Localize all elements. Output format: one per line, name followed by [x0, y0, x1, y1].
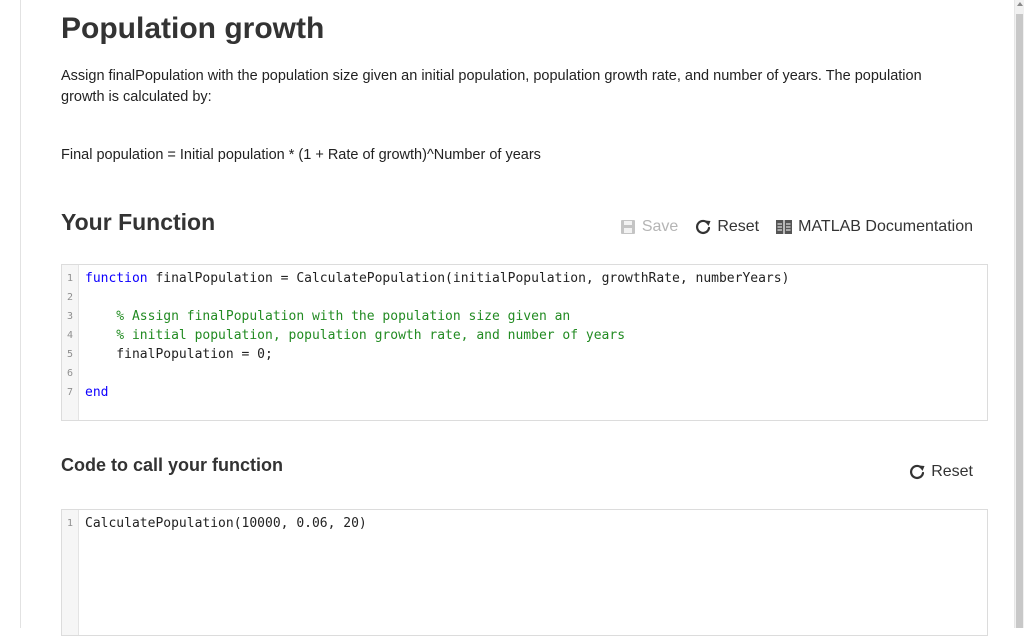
call-reset-button[interactable]: Reset	[909, 463, 973, 481]
your-function-heading: Your Function	[61, 209, 216, 235]
reset-label: Reset	[717, 218, 760, 235]
code-statement: finalPopulation = 0;	[85, 347, 273, 362]
code-line: 5 finalPopulation = 0;	[62, 345, 987, 364]
function-signature: finalPopulation = CalculatePopulation(in…	[147, 271, 790, 286]
line-number: 2	[66, 292, 74, 303]
matlab-documentation-link[interactable]: MATLAB Documentation	[776, 218, 973, 236]
refresh-icon	[696, 219, 711, 235]
refresh-icon	[910, 464, 925, 480]
call-statement: CalculatePopulation(10000, 0.06, 20)	[85, 516, 367, 531]
keyword-function: function	[85, 271, 148, 286]
problem-description: Assign finalPopulation with the populati…	[61, 68, 922, 105]
reset-button[interactable]: Reset	[695, 218, 759, 236]
vertical-scrollbar[interactable]	[1014, 0, 1024, 628]
call-section-heading: Code to call your function	[61, 455, 284, 475]
code-line: 7 end	[62, 383, 987, 402]
page-left-border	[20, 0, 21, 628]
scrollbar-thumb[interactable]	[1016, 14, 1023, 628]
code-line: 1 function finalPopulation = CalculatePo…	[62, 269, 987, 288]
code-line: 2	[62, 288, 987, 307]
function-code-editor[interactable]: 1 function finalPopulation = CalculatePo…	[61, 264, 988, 421]
line-number: 3	[66, 311, 74, 322]
save-button[interactable]: Save	[620, 218, 678, 236]
book-icon	[776, 220, 793, 234]
code-line: 4 % initial population, population growt…	[62, 326, 987, 345]
floppy-disk-icon	[620, 220, 635, 234]
problem-title: Population growth	[61, 12, 325, 45]
line-number: 4	[66, 330, 74, 341]
function-toolbar: Save Reset MATLAB Documentation	[603, 216, 973, 238]
line-number: 1	[66, 518, 74, 529]
code-line: 6	[62, 364, 987, 383]
code-comment: % initial population, population growth …	[85, 328, 626, 343]
docs-label: MATLAB Documentation	[798, 218, 973, 235]
line-number: 5	[66, 349, 74, 360]
line-number: 1	[66, 273, 74, 284]
code-line: 3 % Assign finalPopulation with the popu…	[62, 307, 987, 326]
call-reset-label: Reset	[931, 463, 973, 480]
call-code-editor[interactable]: 1 CalculatePopulation(10000, 0.06, 20)	[61, 509, 988, 636]
scroll-up-arrow-icon[interactable]	[1017, 2, 1023, 6]
line-number: 6	[66, 368, 74, 379]
growth-formula: Final population = Initial population * …	[61, 147, 541, 163]
line-number: 7	[66, 387, 74, 398]
keyword-end: end	[85, 385, 109, 400]
code-line: 1 CalculatePopulation(10000, 0.06, 20)	[62, 514, 987, 533]
code-comment: % Assign finalPopulation with the popula…	[85, 309, 571, 324]
save-label: Save	[641, 218, 679, 235]
